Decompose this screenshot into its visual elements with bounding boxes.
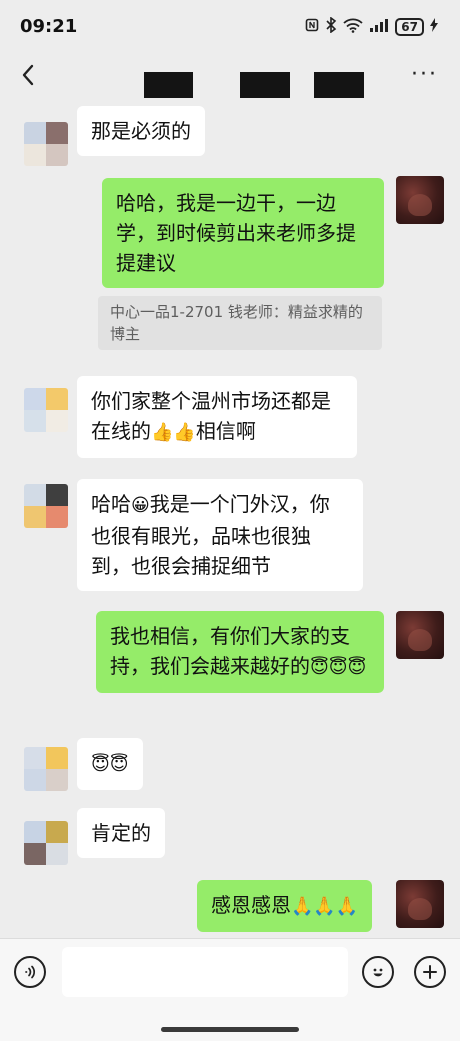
message-bubble-received[interactable]: 肯定的 (77, 808, 165, 858)
thumbs-up-icon: 👍 (151, 422, 174, 443)
message-text: 哈哈，我是一边干，一边学，到时候剪出来老师多提提建议 (116, 191, 356, 275)
status-icons: 67 (305, 16, 438, 37)
input-bar (0, 938, 460, 1041)
wifi-icon (343, 18, 363, 37)
contact-avatar[interactable] (24, 821, 68, 865)
halo-face-icon: 😇 (328, 657, 348, 678)
status-bar: 09:21 67 (0, 0, 460, 52)
halo-face-icon: 😇 (347, 657, 367, 678)
redacted-title-block (240, 72, 290, 98)
message-bubble-received[interactable]: 哈哈😀我是一个门外汉，你也很有眼光，品味也很独到，也很会捕捉细节 (77, 479, 363, 591)
home-indicator (161, 1027, 299, 1032)
message-bubble-received[interactable]: 那是必须的 (77, 106, 205, 156)
contact-avatar[interactable] (24, 747, 68, 791)
grinning-face-icon: 😀 (131, 495, 150, 516)
message-text: 感恩感恩 (211, 893, 291, 917)
thumbs-up-icon: 👍 (173, 422, 196, 443)
nfc-icon (305, 18, 319, 36)
signal-icon (369, 18, 389, 37)
more-options-button[interactable]: ··· (411, 62, 438, 87)
message-input[interactable] (62, 947, 348, 997)
folded-hands-icon: 🙏 (291, 896, 314, 917)
plus-icon[interactable] (414, 956, 446, 988)
bluetooth-icon (325, 16, 337, 37)
battery-icon: 67 (395, 18, 424, 36)
message-bubble-sent[interactable]: 我也相信，有你们大家的支持，我们会越来越好的😇😇😇 (96, 611, 384, 693)
contact-avatar[interactable] (24, 484, 68, 528)
emoji-icon[interactable] (362, 956, 394, 988)
halo-face-icon: 😇 (91, 754, 110, 775)
voice-icon[interactable] (14, 956, 46, 988)
redacted-title-block (144, 72, 193, 98)
contact-avatar[interactable] (24, 388, 68, 432)
self-avatar[interactable] (396, 611, 444, 659)
message-text: 肯定的 (91, 821, 151, 845)
self-avatar[interactable] (396, 176, 444, 224)
folded-hands-icon: 🙏 (335, 896, 359, 917)
self-avatar[interactable] (396, 880, 444, 928)
message-text: 相信啊 (195, 419, 256, 443)
halo-face-icon: 😇 (310, 657, 329, 678)
message-bubble-sent[interactable]: 哈哈，我是一边干，一边学，到时候剪出来老师多提提建议 (102, 178, 384, 288)
chat-header: ··· (0, 52, 460, 102)
back-arrow-icon[interactable] (14, 60, 44, 90)
message-text: 哈哈 (91, 492, 131, 516)
contact-avatar[interactable] (24, 122, 68, 166)
quote-text: 中心一品1-2701 钱老师：精益求精的博主 (110, 303, 363, 343)
lightning-icon (430, 18, 438, 36)
message-text: 那是必须的 (91, 119, 191, 143)
message-bubble-sent[interactable]: 感恩感恩🙏🙏🙏 (197, 880, 373, 932)
folded-hands-icon: 🙏 (313, 896, 336, 917)
halo-face-icon: 😇 (109, 754, 129, 775)
message-bubble-received[interactable]: 你们家整个温州市场还都是在线的👍👍相信啊 (77, 376, 357, 458)
status-time: 09:21 (20, 16, 78, 37)
message-bubble-received[interactable]: 😇😇 (77, 738, 143, 790)
redacted-title-block (314, 72, 364, 98)
quoted-message[interactable]: 中心一品1-2701 钱老师：精益求精的博主 (98, 296, 382, 350)
